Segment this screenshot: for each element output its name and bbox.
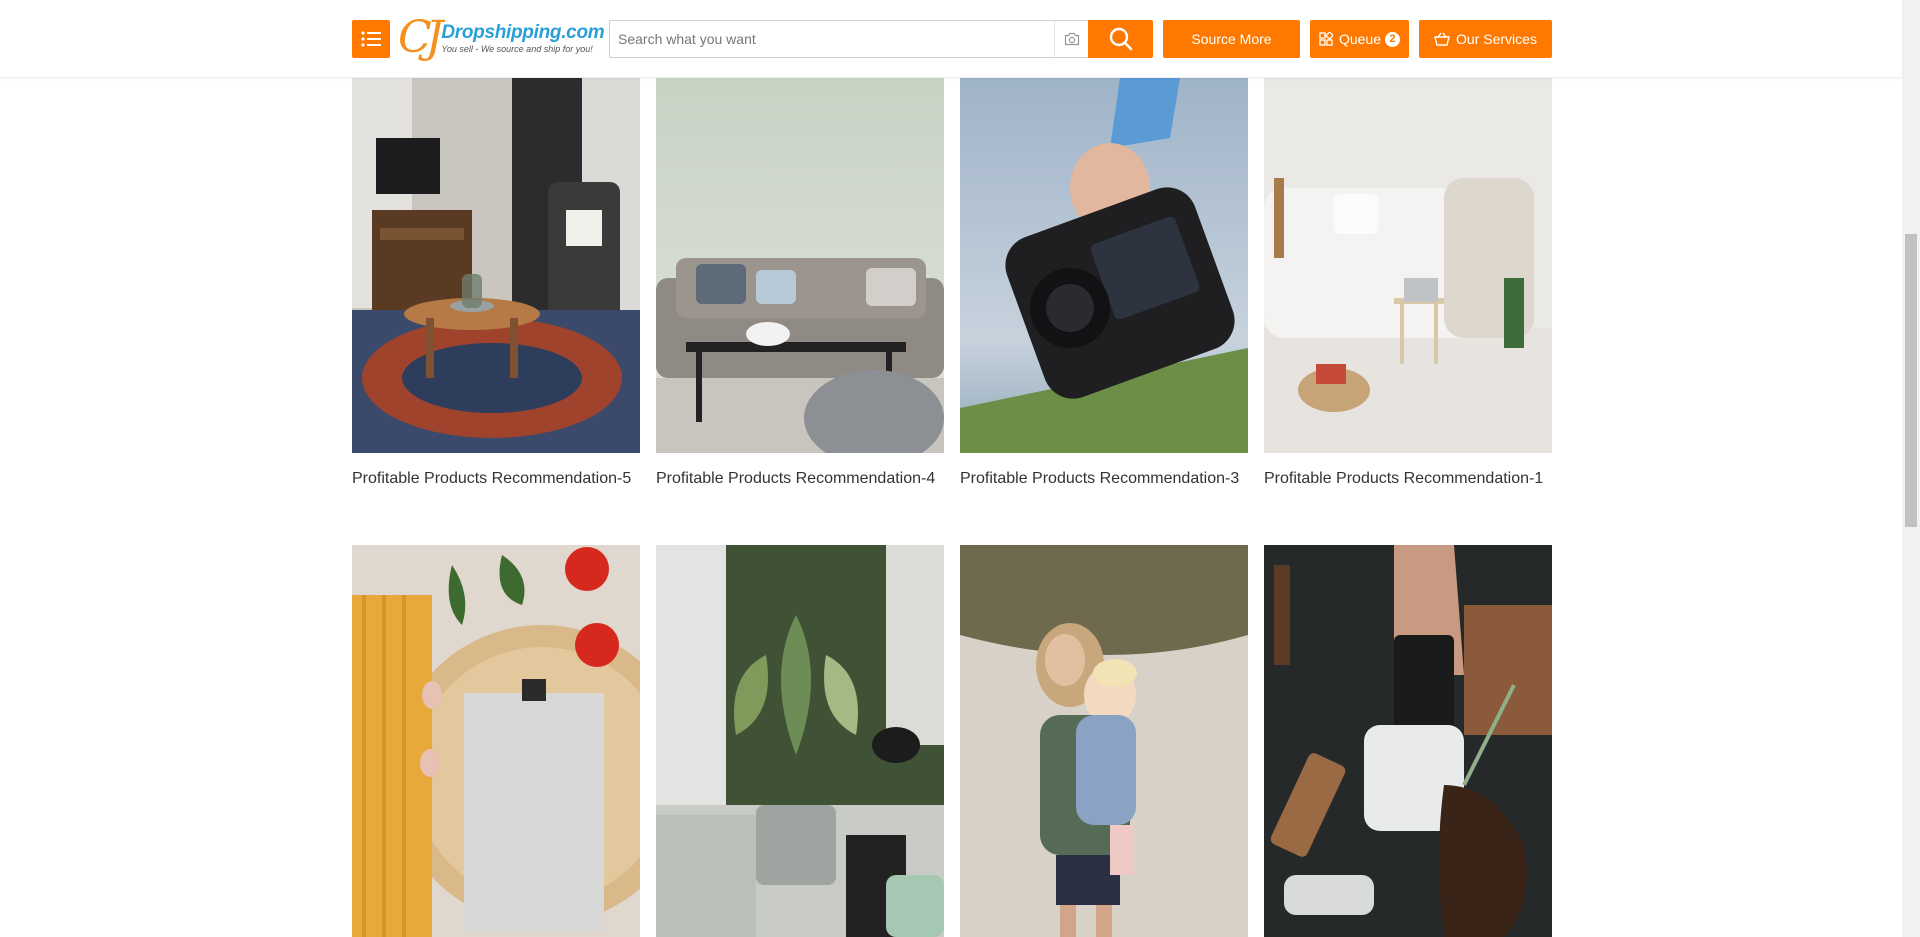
logo-tagline: You sell - We source and ship for you! bbox=[441, 43, 593, 54]
top-header: CJ Dropshipping.com You sell - We source… bbox=[0, 0, 1902, 78]
product-card-row2-4[interactable] bbox=[1264, 545, 1552, 937]
product-card-4[interactable] bbox=[656, 78, 944, 453]
camera-icon bbox=[1064, 32, 1079, 46]
card-image[interactable] bbox=[1264, 545, 1552, 937]
logo-mark: CJ bbox=[398, 12, 443, 63]
logo-wordmark: Dropshipping.com bbox=[441, 21, 605, 43]
card-image[interactable] bbox=[960, 545, 1248, 937]
card-image[interactable] bbox=[352, 545, 640, 937]
search-icon bbox=[1109, 27, 1132, 51]
card-image[interactable] bbox=[1264, 78, 1552, 453]
plants-photo bbox=[656, 545, 944, 937]
product-card-row2-3[interactable] bbox=[960, 545, 1248, 937]
card-caption-3[interactable]: Profitable Products Recommendation-3 bbox=[960, 470, 1239, 488]
scrollbar-thumb[interactable] bbox=[1905, 234, 1917, 527]
site-logo[interactable]: CJ Dropshipping.com You sell - We source… bbox=[398, 12, 605, 63]
card-image[interactable] bbox=[656, 545, 944, 937]
grid-icon bbox=[1319, 32, 1333, 46]
camera-photo bbox=[960, 78, 1248, 453]
card-image[interactable] bbox=[656, 78, 944, 453]
our-services-label: Our Services bbox=[1456, 31, 1537, 47]
product-card-row2-2[interactable] bbox=[656, 545, 944, 937]
card-image[interactable] bbox=[352, 78, 640, 453]
page-scrollbar[interactable] bbox=[1902, 0, 1920, 937]
search-input[interactable] bbox=[610, 21, 1050, 57]
page: CJ Dropshipping.com You sell - We source… bbox=[0, 0, 1920, 937]
product-card-5[interactable] bbox=[352, 78, 640, 453]
image-search-button[interactable] bbox=[1054, 21, 1088, 57]
sofa-photo bbox=[656, 78, 944, 453]
product-card-row2-1[interactable] bbox=[352, 545, 640, 937]
card-caption-4[interactable]: Profitable Products Recommendation-4 bbox=[656, 470, 935, 488]
basket-icon bbox=[1434, 32, 1450, 46]
mother-baby-photo bbox=[960, 545, 1248, 937]
queue-count-badge: 2 bbox=[1385, 31, 1401, 47]
search-button[interactable] bbox=[1088, 20, 1153, 58]
pasta-photo bbox=[352, 545, 640, 937]
card-image[interactable] bbox=[960, 78, 1248, 453]
source-more-button[interactable]: Source More bbox=[1163, 20, 1300, 58]
source-more-label: Source More bbox=[1191, 31, 1272, 47]
menu-button[interactable] bbox=[352, 20, 390, 58]
queue-label: Queue bbox=[1338, 31, 1382, 47]
queue-button[interactable]: Queue 2 bbox=[1310, 20, 1409, 58]
our-services-button[interactable]: Our Services bbox=[1419, 20, 1552, 58]
card-caption-5[interactable]: Profitable Products Recommendation-5 bbox=[352, 470, 631, 488]
product-card-3[interactable] bbox=[960, 78, 1248, 453]
white-sofa-photo bbox=[1264, 78, 1552, 453]
search-box bbox=[609, 20, 1088, 58]
card-caption-1[interactable]: Profitable Products Recommendation-1 bbox=[1264, 470, 1543, 488]
list-menu-icon bbox=[361, 31, 381, 47]
living-room-photo bbox=[352, 78, 640, 453]
product-card-1[interactable] bbox=[1264, 78, 1552, 453]
card-reader-photo bbox=[1264, 545, 1552, 937]
